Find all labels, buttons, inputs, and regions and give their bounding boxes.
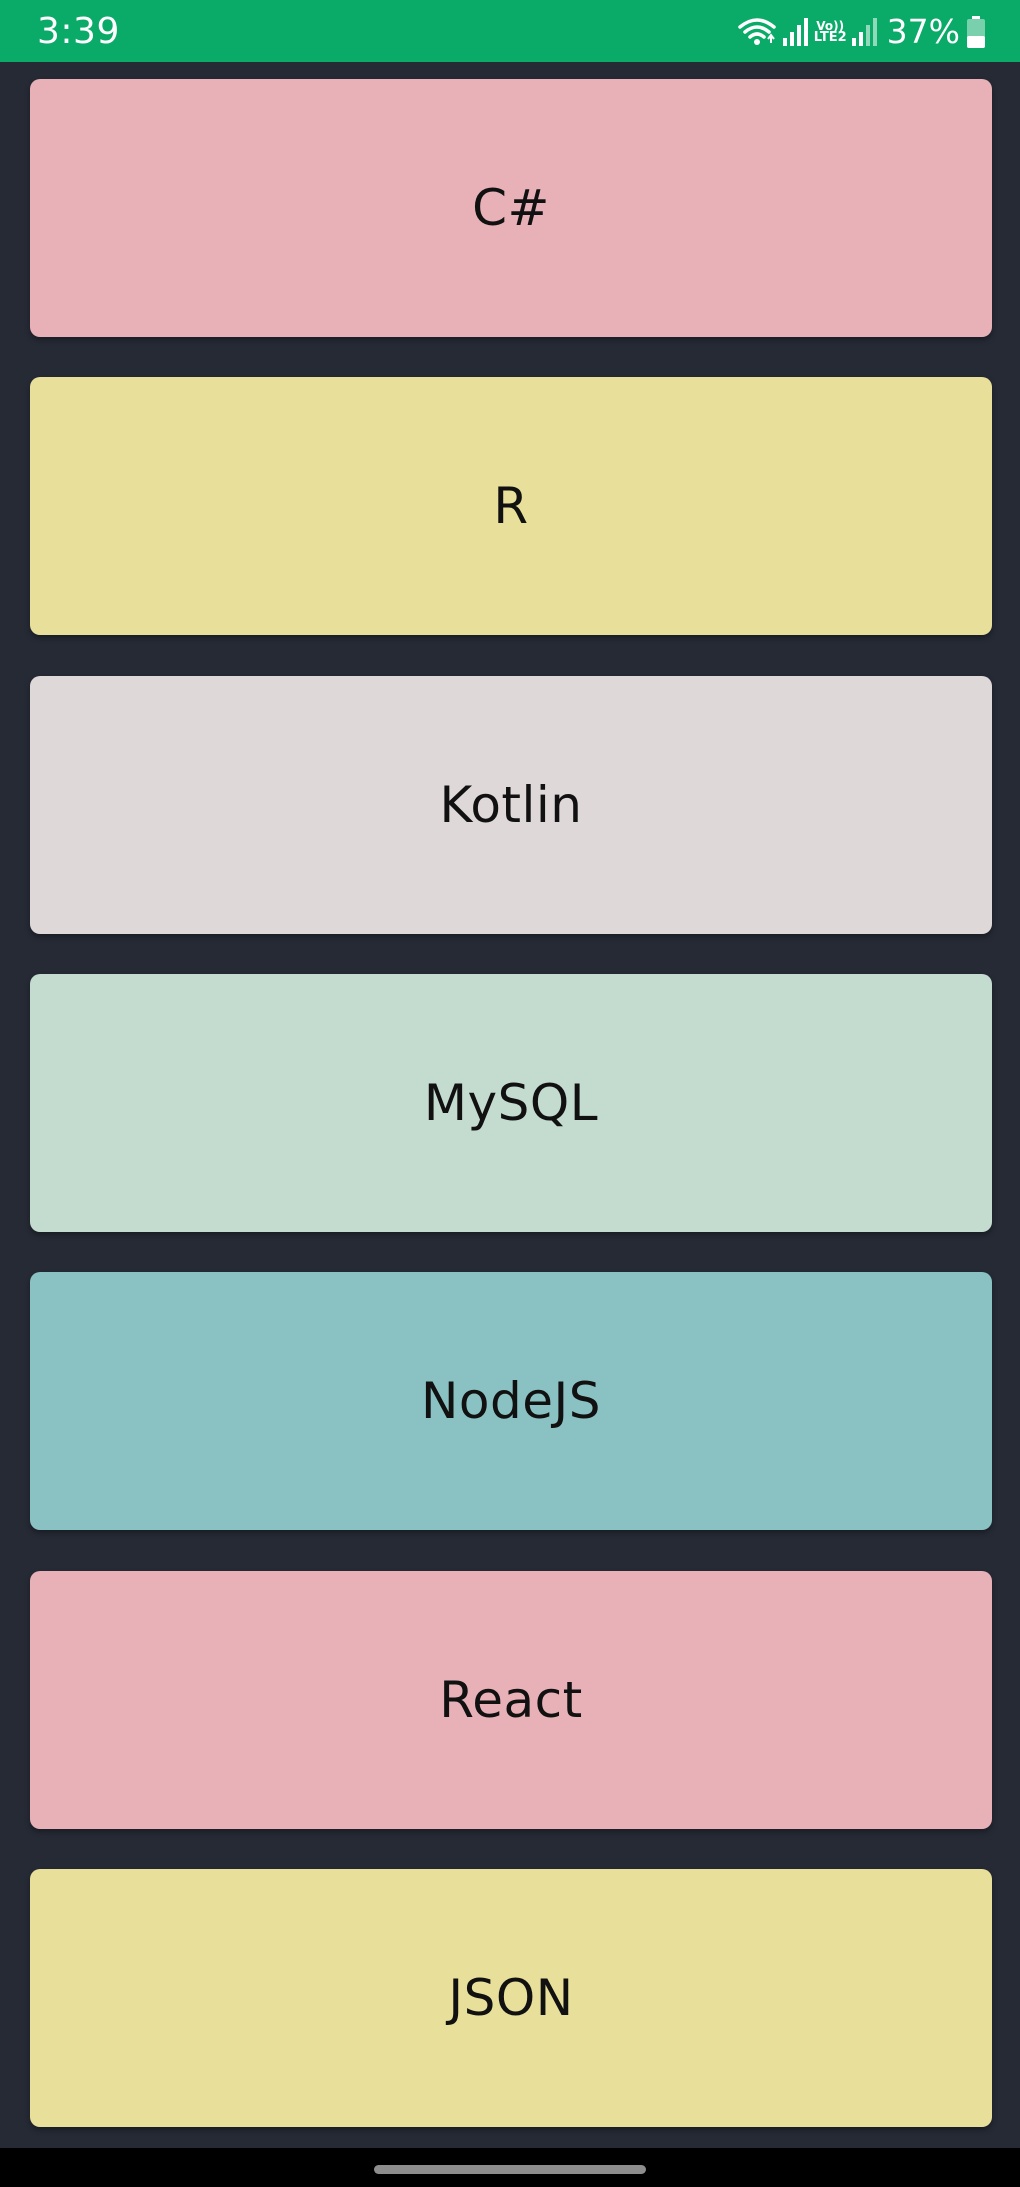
status-time: 3:39 [37,11,120,52]
home-gesture-handle[interactable] [374,2165,646,2174]
card-mysql[interactable]: MySQL [30,974,992,1232]
card-kotlin[interactable]: Kotlin [30,676,992,934]
card-label: MySQL [423,1074,599,1132]
battery-percent: 37% [886,12,960,51]
card-label: React [439,1671,583,1729]
card-csharp[interactable]: C# [30,79,992,337]
language-card-list[interactable]: C# R Kotlin MySQL NodeJS React JSON [0,0,1020,2148]
card-nodejs[interactable]: NodeJS [30,1272,992,1530]
signal-icon [851,18,877,46]
card-label: JSON [448,1969,574,2027]
network-type-bottom: LTE2 [813,30,847,45]
network-type-label: Vo)) LTE2 [814,20,847,44]
card-label: NodeJS [421,1372,601,1430]
card-json[interactable]: JSON [30,1869,992,2127]
card-label: R [493,477,529,535]
card-label: C# [472,179,550,237]
battery-icon [966,16,986,48]
signal-icon [782,18,808,46]
card-label: Kotlin [439,776,583,834]
status-icons: Vo)) LTE2 37% [737,12,986,51]
status-bar: 3:39 Vo)) LTE2 37% [0,0,1020,62]
card-r[interactable]: R [30,377,992,635]
card-react[interactable]: React [30,1571,992,1829]
wifi-icon [737,17,776,47]
navigation-bar [0,2148,1020,2187]
